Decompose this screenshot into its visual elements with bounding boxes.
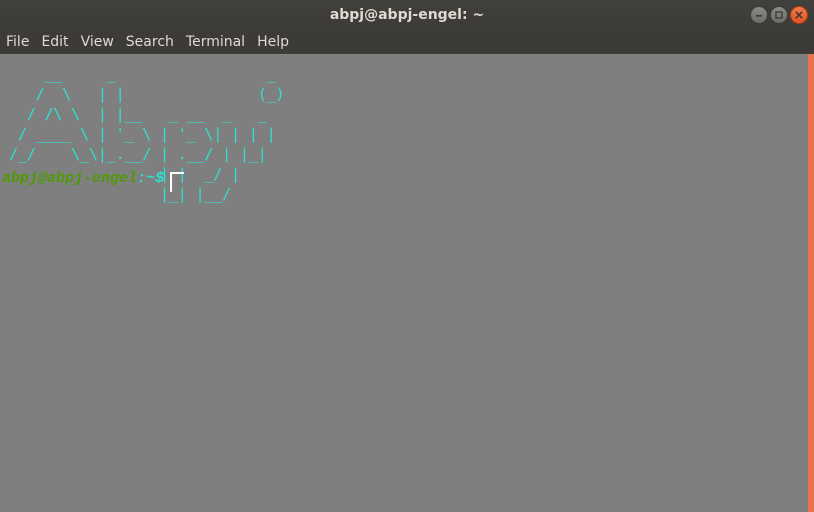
terminal-window: abpj@abpj-engel: ~ File Edit View Search…	[0, 0, 814, 512]
menu-file[interactable]: File	[0, 30, 35, 54]
terminal-area[interactable]: __ _ _ / \ | | (_) / /\ \ | |__ _ __ _ _…	[0, 54, 808, 512]
minimize-button[interactable]	[750, 6, 768, 24]
window-title: abpj@abpj-engel: ~	[329, 7, 485, 23]
title-bar[interactable]: abpj@abpj-engel: ~	[0, 0, 814, 30]
menu-search[interactable]: Search	[120, 30, 180, 54]
prompt-path: ~	[146, 169, 156, 187]
menu-terminal[interactable]: Terminal	[180, 30, 251, 54]
text-cursor	[170, 172, 185, 192]
maximize-button[interactable]	[770, 6, 788, 24]
menu-bar: File Edit View Search Terminal Help	[0, 30, 814, 54]
close-button[interactable]	[790, 6, 808, 24]
menu-help[interactable]: Help	[251, 30, 295, 54]
minimize-icon	[756, 15, 762, 17]
menu-view[interactable]: View	[75, 30, 120, 54]
menu-edit[interactable]: Edit	[35, 30, 74, 54]
prompt-colon: :	[137, 169, 147, 187]
window-controls	[750, 6, 808, 24]
maximize-icon	[775, 11, 783, 19]
prompt-user-host: abpj@abpj-engel	[2, 169, 138, 187]
prompt-symbol: $	[155, 169, 165, 187]
shell-prompt: abpj@abpj-engel: ~ $	[2, 168, 185, 192]
scrollbar[interactable]	[808, 54, 814, 512]
close-icon	[795, 11, 803, 19]
